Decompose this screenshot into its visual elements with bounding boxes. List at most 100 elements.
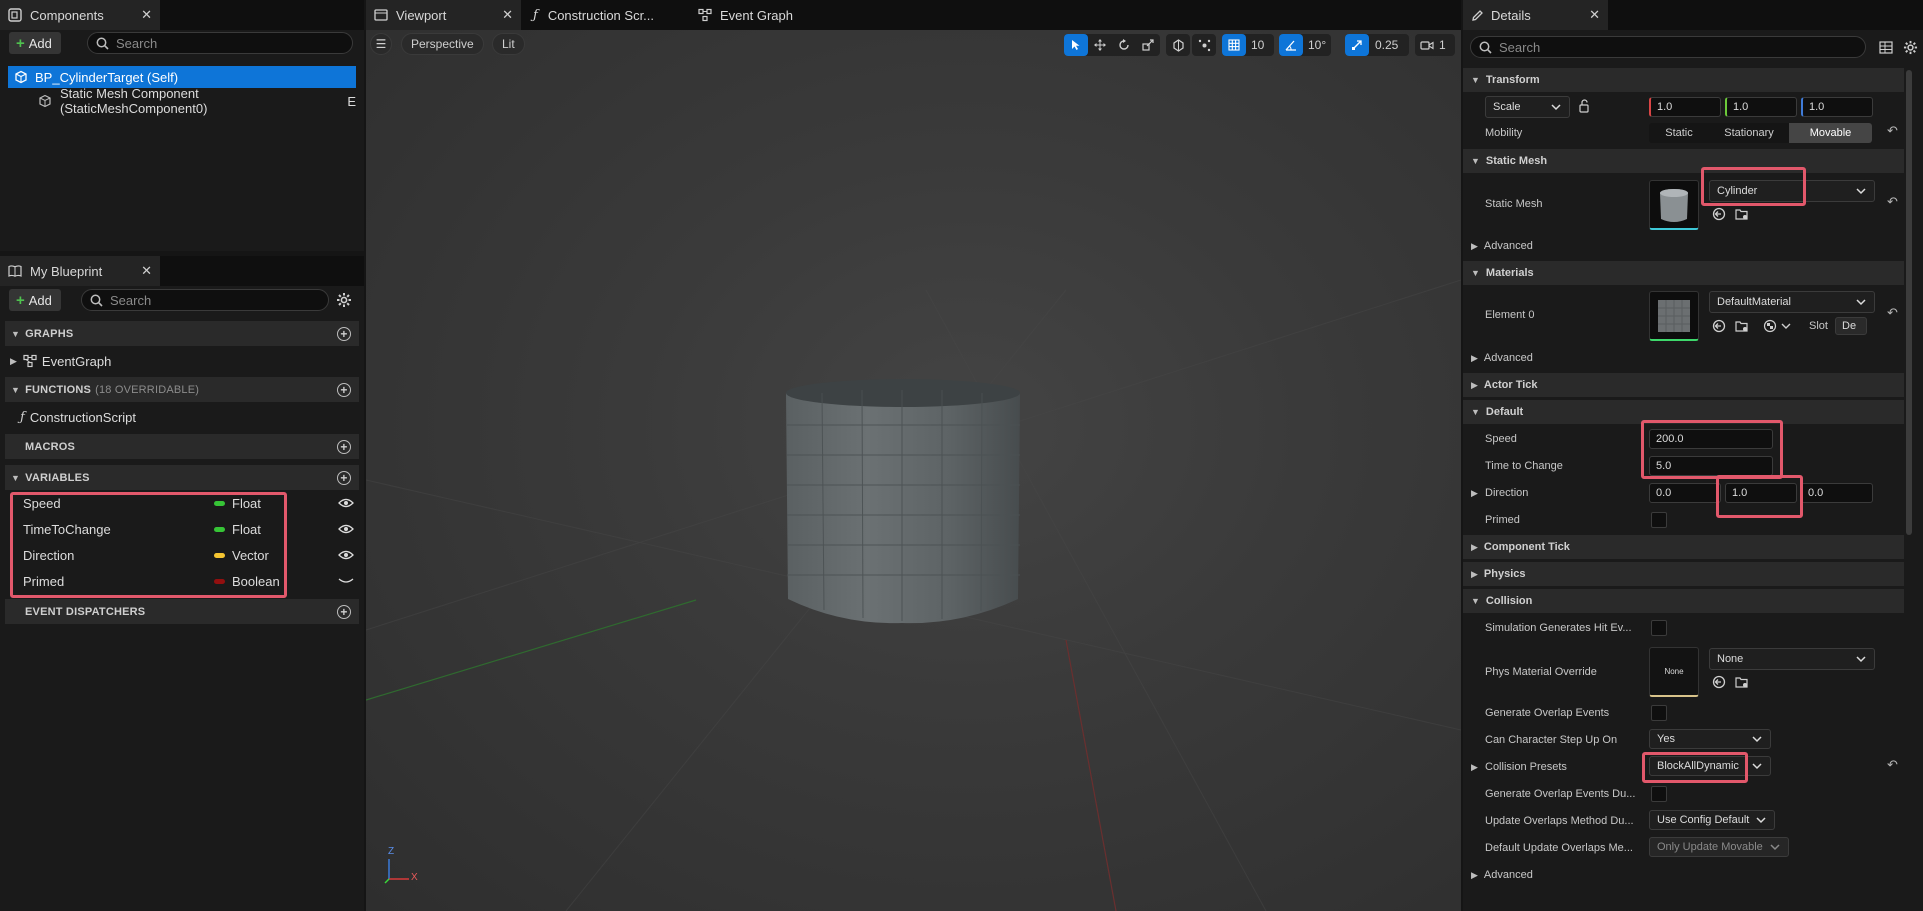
section-default[interactable]: ▼ Default <box>1463 400 1904 424</box>
graph-item-eventgraph[interactable]: ▶ EventGraph <box>10 350 360 372</box>
tab-viewport[interactable]: Viewport ✕ <box>366 0 521 30</box>
reset-icon[interactable]: ↶ <box>1887 305 1898 321</box>
perspective-button[interactable]: Perspective <box>401 33 484 55</box>
variable-row[interactable]: TimeToChange Float <box>10 518 360 540</box>
viewport-menu-button[interactable]: ☰ <box>370 33 392 55</box>
scale-snap-group[interactable]: 0.25 <box>1345 34 1409 56</box>
add-variable-icon[interactable]: + <box>337 470 351 485</box>
surface-snap-toggle[interactable] <box>1192 34 1216 56</box>
browse-icon[interactable] <box>1735 319 1749 333</box>
tree-item-static-mesh-component[interactable]: Static Mesh Component (StaticMeshCompone… <box>8 86 356 116</box>
variable-row[interactable]: Direction Vector <box>10 544 360 566</box>
section-transform[interactable]: ▼ Transform <box>1463 68 1904 92</box>
move-icon[interactable] <box>1088 34 1112 56</box>
gear-icon[interactable] <box>1903 40 1918 55</box>
static-mesh-advanced[interactable]: ▶ Advanced <box>1463 235 1904 257</box>
slot-field[interactable]: De <box>1835 317 1867 335</box>
eye-closed-icon[interactable] <box>338 574 354 589</box>
tab-components[interactable]: Components ✕ <box>0 0 160 30</box>
section-collision[interactable]: ▼ Collision <box>1463 589 1904 613</box>
tree-item-self[interactable]: BP_CylinderTarget (Self) <box>8 66 356 88</box>
components-search-input[interactable]: Search <box>87 32 353 54</box>
collision-presets-dropdown[interactable]: BlockAllDynamic <box>1649 756 1771 776</box>
select-icon[interactable] <box>1064 34 1088 56</box>
mobility-stationary-option[interactable]: Stationary <box>1709 123 1789 143</box>
section-actor-tick[interactable]: ▶ Actor Tick <box>1463 373 1904 397</box>
add-macro-icon[interactable]: + <box>337 439 351 454</box>
section-materials[interactable]: ▼ Materials <box>1463 261 1904 285</box>
speed-field[interactable]: 200.0 <box>1649 429 1773 449</box>
checker-icon[interactable] <box>1763 319 1777 333</box>
browse-icon[interactable] <box>1735 207 1749 221</box>
browse-icon[interactable] <box>1735 675 1749 689</box>
section-graphs[interactable]: ▼ GRAPHS + <box>5 321 359 346</box>
gear-icon[interactable] <box>336 292 352 308</box>
tab-details[interactable]: Details ✕ <box>1463 0 1608 30</box>
section-physics[interactable]: ▶ Physics <box>1463 562 1904 586</box>
add-graph-icon[interactable]: + <box>337 326 351 341</box>
material-thumbnail[interactable] <box>1649 291 1699 341</box>
phys-material-dropdown[interactable]: None <box>1709 648 1875 670</box>
scale-y-field[interactable]: 1.0 <box>1725 97 1797 117</box>
rotation-snap-group[interactable]: 10° <box>1279 34 1331 56</box>
components-add-button[interactable]: + Add <box>9 32 61 54</box>
reset-icon[interactable]: ↶ <box>1887 757 1898 773</box>
expand-icon[interactable]: ▶ <box>1471 488 1478 499</box>
direction-y-field[interactable]: 1.0 <box>1725 483 1797 503</box>
details-search-input[interactable]: Search <box>1470 36 1866 58</box>
lit-button[interactable]: Lit <box>492 33 525 55</box>
section-variables[interactable]: ▼ VARIABLES + <box>5 465 359 490</box>
close-icon[interactable]: ✕ <box>141 7 152 23</box>
close-icon[interactable]: ✕ <box>141 263 152 279</box>
scale-icon[interactable] <box>1136 34 1160 56</box>
static-mesh-thumbnail[interactable] <box>1649 180 1699 230</box>
use-selected-icon[interactable] <box>1712 207 1726 221</box>
section-component-tick[interactable]: ▶ Component Tick <box>1463 535 1904 559</box>
use-selected-icon[interactable] <box>1712 319 1726 333</box>
reset-icon[interactable]: ↶ <box>1887 123 1898 139</box>
eye-icon[interactable] <box>338 548 354 563</box>
time-to-change-field[interactable]: 5.0 <box>1649 456 1773 476</box>
eye-icon[interactable] <box>338 496 354 511</box>
camera-speed-group[interactable]: 1 <box>1415 34 1455 56</box>
eye-icon[interactable] <box>338 522 354 537</box>
close-icon[interactable]: ✕ <box>502 7 513 23</box>
update-method-dropdown[interactable]: Use Config Default <box>1649 810 1775 830</box>
materials-advanced[interactable]: ▶ Advanced <box>1463 347 1904 369</box>
scale-z-field[interactable]: 1.0 <box>1801 97 1873 117</box>
use-selected-icon[interactable] <box>1712 675 1726 689</box>
chevron-down-icon[interactable] <box>1781 319 1791 333</box>
mobility-movable-option[interactable]: Movable <box>1789 123 1872 143</box>
overlap-during-checkbox[interactable] <box>1651 786 1667 802</box>
add-dispatcher-icon[interactable]: + <box>337 604 351 619</box>
step-up-dropdown[interactable]: Yes <box>1649 729 1771 749</box>
viewport-canvas[interactable]: Z X <box>366 30 1461 911</box>
reset-icon[interactable]: ↶ <box>1887 194 1898 210</box>
material-dropdown[interactable]: DefaultMaterial <box>1709 291 1875 313</box>
mybp-add-button[interactable]: + Add <box>9 289 61 311</box>
lock-icon[interactable] <box>1579 99 1591 113</box>
static-mesh-dropdown[interactable]: Cylinder <box>1709 180 1875 202</box>
overlap-events-checkbox[interactable] <box>1651 705 1667 721</box>
phys-material-thumbnail[interactable]: None <box>1649 647 1699 697</box>
function-item-constructionscript[interactable]: ƒ ConstructionScript <box>10 406 360 428</box>
section-event-dispatchers[interactable]: EVENT DISPATCHERS + <box>5 599 359 624</box>
tab-construction-script[interactable]: ƒ Construction Scr... <box>525 0 685 30</box>
details-scrollbar[interactable] <box>1906 70 1912 535</box>
mobility-static-option[interactable]: Static <box>1649 123 1709 143</box>
direction-z-field[interactable]: 0.0 <box>1801 483 1873 503</box>
expand-icon[interactable]: ▶ <box>1471 762 1478 773</box>
scale-dropdown[interactable]: Scale <box>1485 96 1570 118</box>
primed-checkbox[interactable] <box>1651 512 1667 528</box>
tab-my-blueprint[interactable]: My Blueprint ✕ <box>0 256 160 286</box>
sim-hit-checkbox[interactable] <box>1651 620 1667 636</box>
collision-advanced[interactable]: ▶ Advanced <box>1463 864 1904 886</box>
mybp-search-input[interactable]: Search <box>81 289 329 311</box>
close-icon[interactable]: ✕ <box>1589 7 1600 23</box>
rotate-icon[interactable] <box>1112 34 1136 56</box>
section-functions[interactable]: ▼ FUNCTIONS (18 OVERRIDABLE) + <box>5 377 359 402</box>
section-static-mesh[interactable]: ▼ Static Mesh <box>1463 149 1904 173</box>
world-local-toggle[interactable] <box>1166 34 1190 56</box>
scale-x-field[interactable]: 1.0 <box>1649 97 1721 117</box>
tab-event-graph[interactable]: Event Graph <box>690 0 830 30</box>
